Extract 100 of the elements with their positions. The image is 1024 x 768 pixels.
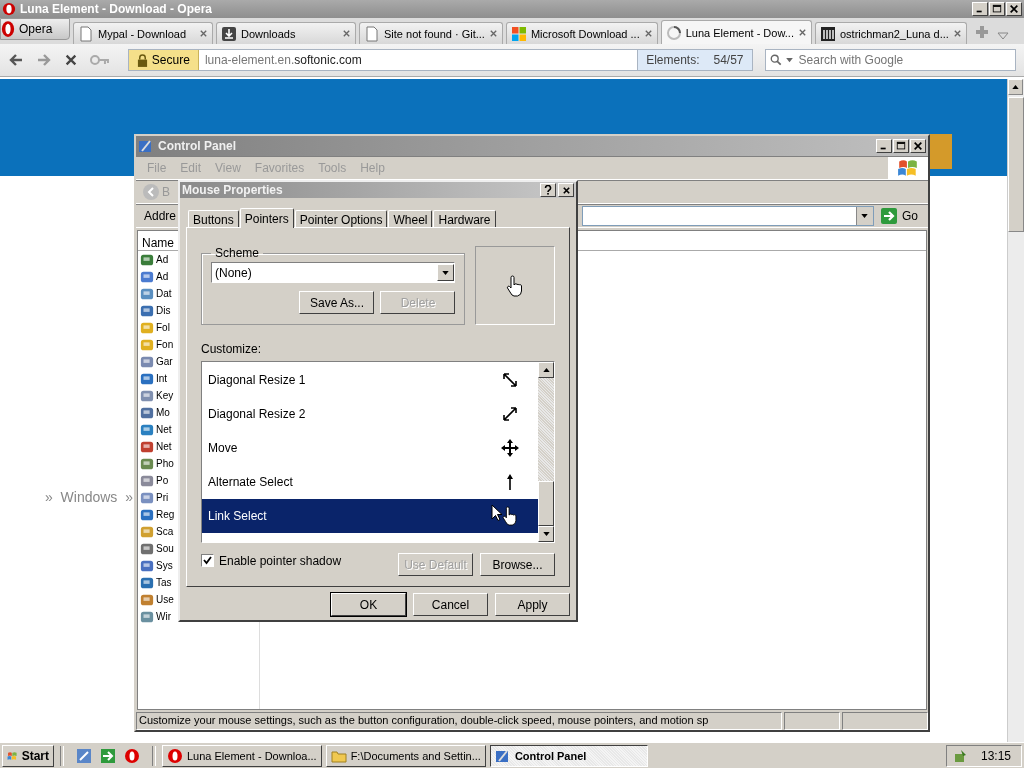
applet-icon[interactable] <box>140 456 154 471</box>
column-header[interactable]: Name <box>138 235 174 250</box>
applet-name[interactable]: Gar <box>156 356 173 367</box>
taskbar-button[interactable]: Luna Element - Downloa... <box>162 744 322 767</box>
applet-icon[interactable] <box>140 490 154 505</box>
dropdown-value: (None) <box>215 265 252 280</box>
applet-name[interactable]: Dis <box>156 305 171 316</box>
applet-name[interactable]: Pri <box>156 492 169 503</box>
dialog-button[interactable]: Cancel <box>413 593 488 616</box>
address-field[interactable] <box>582 206 874 226</box>
browser-tab[interactable]: Site not found · Git... <box>359 22 503 44</box>
opera-logo-icon[interactable] <box>124 747 140 764</box>
address-label: Addre <box>143 209 178 223</box>
applet-name[interactable]: Net <box>156 424 172 435</box>
taskbar-button[interactable]: Control Panel <box>489 744 648 767</box>
scrollbar[interactable] <box>1007 79 1024 742</box>
dialog-tab[interactable]: Wheel <box>388 210 433 227</box>
start-button[interactable]: Start <box>2 744 54 767</box>
dialog-tab[interactable]: Pointer Options <box>294 210 388 227</box>
close-button[interactable] <box>558 183 574 197</box>
applet-icon[interactable] <box>140 575 154 590</box>
applet-icon[interactable] <box>140 473 154 488</box>
scheme-dropdown[interactable]: (None) <box>211 262 456 283</box>
applet-icon[interactable] <box>140 592 154 607</box>
applet-icon[interactable] <box>140 388 154 403</box>
move-icon <box>500 438 520 458</box>
applet-icon[interactable] <box>140 303 154 318</box>
scheme-button[interactable]: Save As... <box>299 291 375 314</box>
pointer-list[interactable]: Diagonal Resize 1 Diagonal Resize 2 Move Alternate Select Link Select <box>201 361 555 543</box>
back-icon[interactable] <box>8 52 24 68</box>
applet-name[interactable]: Po <box>156 475 169 486</box>
applet-icon[interactable] <box>140 354 154 369</box>
pointer-button[interactable]: Browse... <box>480 553 555 576</box>
applet-name[interactable]: Key <box>156 390 174 401</box>
dialog-tab[interactable]: Buttons <box>188 210 239 227</box>
search-field[interactable]: Search with Google <box>796 52 1015 68</box>
applet-name[interactable]: Ad <box>156 271 169 282</box>
up-arrow-icon[interactable] <box>542 368 550 372</box>
applet-name[interactable]: Dat <box>156 288 172 299</box>
scroll-up-button[interactable] <box>1008 79 1023 95</box>
pointer-row[interactable]: Diagonal Resize 1 <box>202 363 538 397</box>
dialog-button[interactable]: OK <box>331 593 406 616</box>
applet-name[interactable]: Ad <box>156 254 169 265</box>
pointer-row[interactable]: Link Select <box>202 499 538 533</box>
down-arrow-icon[interactable] <box>542 532 550 536</box>
applet-name[interactable]: Fol <box>156 322 170 333</box>
arrow-icon[interactable] <box>100 747 116 764</box>
dialog-tab[interactable]: Pointers <box>239 208 294 228</box>
applet-name[interactable]: Wir <box>156 611 171 622</box>
applet-icon[interactable] <box>140 558 154 573</box>
dropdown-icon[interactable] <box>861 214 869 218</box>
scrollbar-thumb[interactable] <box>538 481 554 526</box>
menu-button[interactable]: Opera <box>0 18 70 40</box>
applet-name[interactable]: Int <box>156 373 168 384</box>
applet-name[interactable]: Reg <box>156 509 175 520</box>
group-label: Scheme <box>214 246 261 260</box>
pointer-row[interactable]: Alternate Select <box>202 465 538 499</box>
browser-tab[interactable]: ostrichman2_Luna d... <box>814 22 967 44</box>
applet-name[interactable]: Use <box>156 594 174 605</box>
taskbar-button[interactable]: F:\Documents and Settin... <box>325 744 486 767</box>
dialog-button[interactable]: Apply <box>495 593 570 616</box>
shadow-checkbox[interactable]: Enable pointer shadow <box>201 553 342 568</box>
applet-icon[interactable] <box>140 439 154 454</box>
applet-name[interactable]: Tas <box>156 577 172 588</box>
secure-badge[interactable]: Secure <box>128 50 199 70</box>
dialog-tab[interactable]: Hardware <box>433 210 496 227</box>
applet-icon[interactable] <box>140 609 154 624</box>
applet-icon[interactable] <box>140 541 154 556</box>
pointer-row[interactable]: Diagonal Resize 2 <box>202 397 538 431</box>
pointer-row[interactable]: Move <box>202 431 538 465</box>
applet-icon[interactable] <box>140 507 154 522</box>
applet-name[interactable]: Mo <box>156 407 170 418</box>
search-bar[interactable]: Search with Google <box>764 49 1016 71</box>
browser-tab[interactable]: Mypal - Download <box>73 22 213 44</box>
browser-tab[interactable]: Luna Element - Dow... <box>660 20 812 44</box>
status-text: Customize your mouse settings, such as the button configuration, double-click speed, mouse pointers, and motion sp <box>136 712 782 730</box>
applet-name[interactable]: Pho <box>156 458 174 469</box>
applet-icon[interactable] <box>140 422 154 437</box>
applet-icon[interactable] <box>140 269 154 284</box>
go-button[interactable]: Go <box>874 207 928 225</box>
applet-name[interactable]: Sou <box>156 543 174 554</box>
browser-tab[interactable]: Microsoft Download ... <box>505 22 658 44</box>
help-button[interactable] <box>540 183 556 197</box>
dropdown-icon[interactable] <box>442 270 450 275</box>
diagonal-resize-icon <box>500 370 520 390</box>
applet-name[interactable]: Fon <box>156 339 174 350</box>
caret-icon[interactable] <box>785 57 793 63</box>
applet-icon[interactable] <box>140 286 154 301</box>
scrollbar-thumb[interactable] <box>1008 97 1024 232</box>
up-arrow-icon[interactable] <box>1012 85 1019 89</box>
applet-name[interactable]: Sca <box>156 526 174 537</box>
stop-icon[interactable] <box>63 53 78 67</box>
applet-icon[interactable] <box>140 371 154 386</box>
scrollbar[interactable] <box>538 362 554 542</box>
applet-name[interactable]: Net <box>156 441 172 452</box>
applet-icon[interactable] <box>140 252 154 267</box>
browser-tab[interactable]: Downloads <box>216 22 356 44</box>
applet-name[interactable]: Sys <box>156 560 173 571</box>
url-text: luna-element.en.softonic.com <box>203 53 363 67</box>
applet-icon[interactable] <box>140 405 154 420</box>
